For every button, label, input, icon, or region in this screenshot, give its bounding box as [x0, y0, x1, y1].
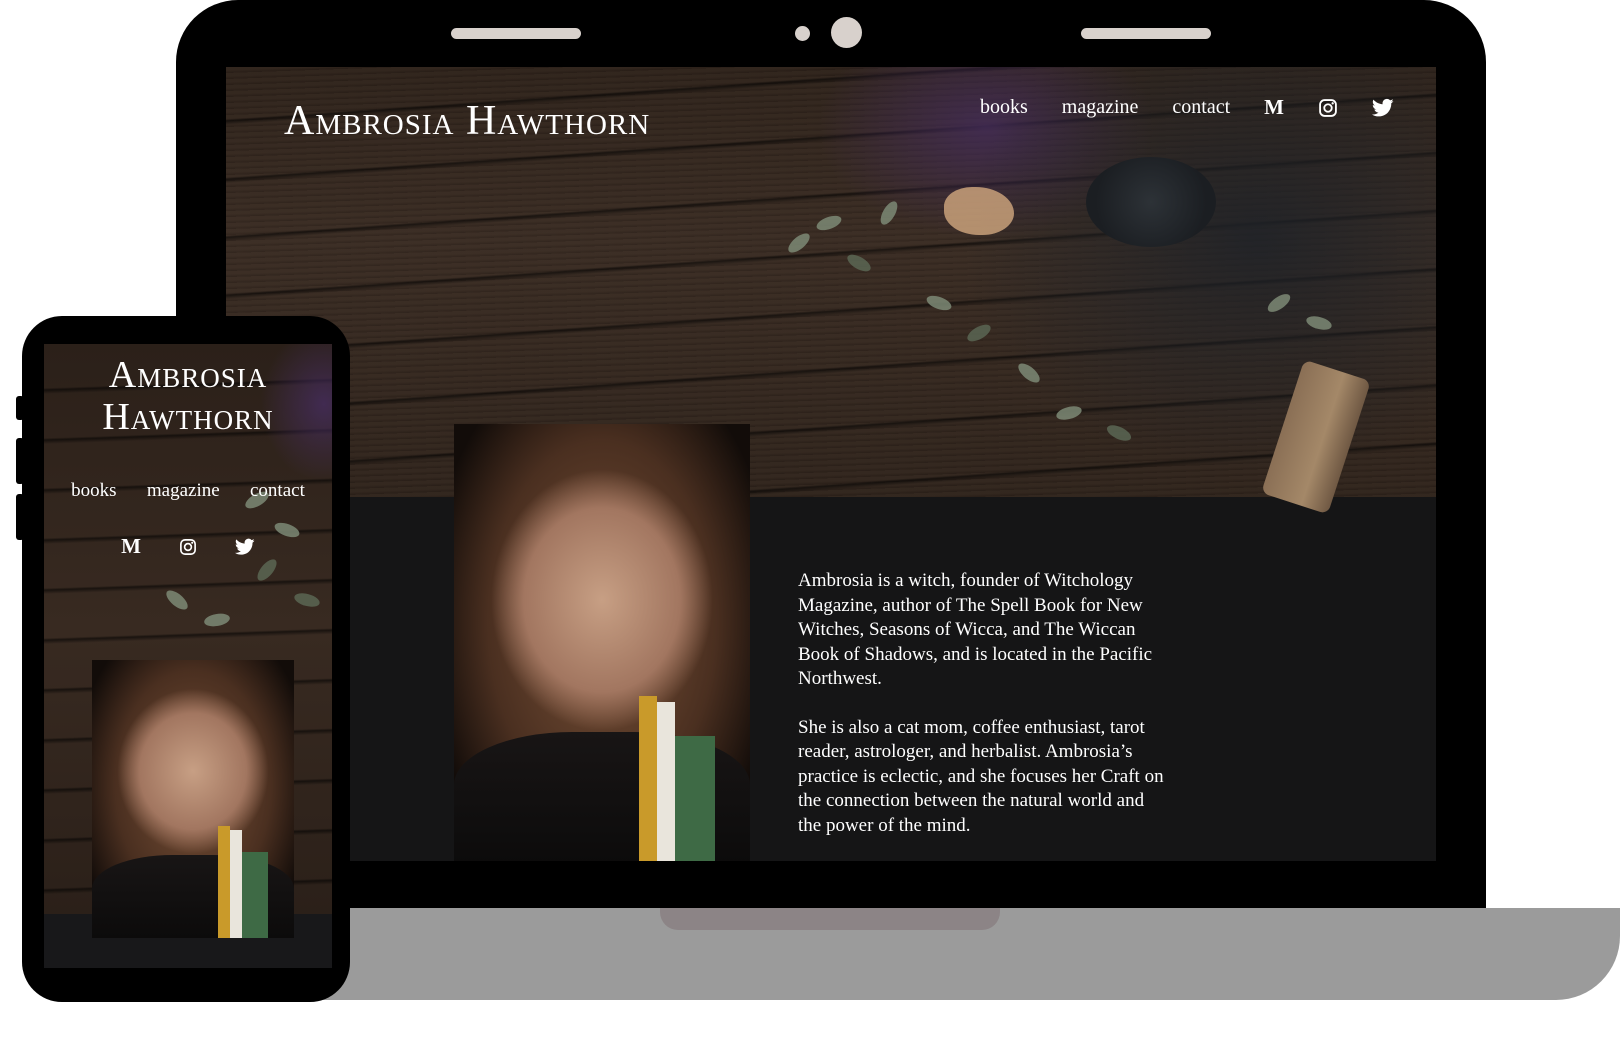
phone-screen: Ambrosia Hawthorn books magazine contact…	[44, 344, 332, 968]
book-spine	[639, 696, 657, 861]
eucalyptus-leaf	[1015, 360, 1043, 386]
phone-nav-contact[interactable]: contact	[250, 480, 305, 502]
eucalyptus-leaf	[1304, 313, 1334, 333]
eucalyptus-leaf	[1264, 290, 1294, 316]
phone-nav-magazine[interactable]: magazine	[147, 480, 220, 502]
site-brand[interactable]: Ambrosia Hawthorn	[284, 97, 650, 145]
eucalyptus-leaf	[924, 292, 954, 314]
crystal	[944, 187, 1014, 235]
phone-nav-books[interactable]: books	[71, 480, 116, 502]
laptop-speaker-left	[451, 28, 581, 39]
author-bio: Ambrosia is a witch, founder of Witcholo…	[798, 569, 1168, 861]
instagram-icon[interactable]	[1318, 98, 1338, 118]
nav-contact[interactable]: contact	[1172, 96, 1230, 119]
eucalyptus-leaf	[1054, 403, 1084, 423]
phone-twitter-icon[interactable]	[234, 534, 255, 559]
book-spine	[218, 826, 230, 938]
bio-paragraph-2: She is also a cat mom, coffee enthusiast…	[798, 716, 1164, 836]
laptop-camera	[831, 17, 862, 48]
phone-mockup: Ambrosia Hawthorn books magazine contact…	[16, 316, 350, 1002]
medium-icon[interactable]: M	[1264, 95, 1284, 120]
phone-site-brand[interactable]: Ambrosia Hawthorn	[44, 354, 332, 438]
eucalyptus-leaf	[203, 611, 231, 629]
eucalyptus-leaf	[877, 198, 901, 228]
laptop-notch	[660, 908, 1000, 930]
eucalyptus-leaf	[1104, 422, 1134, 444]
nav-books[interactable]: books	[980, 96, 1028, 119]
nav-magazine[interactable]: magazine	[1062, 96, 1139, 119]
laptop-screen: Ambrosia Hawthorn books magazine contact…	[226, 67, 1436, 861]
phone-button	[16, 438, 24, 484]
eucalyptus-leaf	[785, 230, 813, 256]
book-spine	[657, 702, 675, 861]
phone-author-photo	[92, 660, 294, 938]
author-photo	[454, 424, 750, 861]
phone-nav: books magazine contact	[44, 480, 332, 502]
eucalyptus-leaf	[254, 556, 280, 584]
phone-button	[16, 396, 24, 420]
bio-paragraph-1: Ambrosia is a witch, founder of Witcholo…	[798, 570, 1153, 689]
book-spine	[230, 830, 242, 938]
laptop-speaker-right	[1081, 28, 1211, 39]
phone-instagram-icon[interactable]	[179, 534, 197, 559]
twitter-icon[interactable]	[1372, 98, 1394, 118]
phone-medium-icon[interactable]: M	[121, 534, 141, 559]
book-spine	[242, 852, 268, 938]
eucalyptus-leaf	[814, 212, 844, 234]
scroll	[1261, 359, 1371, 515]
book-spine	[675, 736, 715, 861]
phone-social-links: M	[44, 534, 332, 559]
laptop-base	[276, 908, 1620, 1000]
eucalyptus-leaf	[163, 587, 191, 613]
phone-button	[16, 494, 24, 540]
main-nav: books magazine contact M	[980, 95, 1394, 120]
eucalyptus-leaf	[292, 590, 322, 610]
laptop-sensor	[795, 26, 810, 41]
eucalyptus-leaf	[844, 251, 874, 275]
eucalyptus-leaf	[964, 321, 994, 345]
incense-bowl	[1086, 157, 1216, 247]
